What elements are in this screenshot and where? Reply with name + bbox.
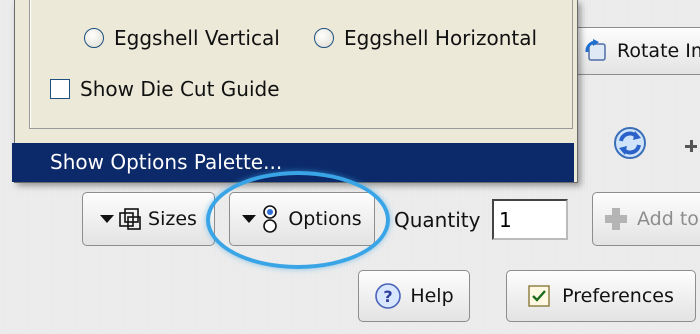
- eggshell-horizontal-radio[interactable]: [314, 28, 334, 48]
- help-icon: ?: [374, 282, 402, 310]
- show-die-cut-guide-option[interactable]: Show Die Cut Guide: [50, 77, 280, 101]
- eggshell-vertical-radio[interactable]: [84, 28, 104, 48]
- eggshell-vertical-label: Eggshell Vertical: [114, 26, 280, 50]
- refresh-icon[interactable]: [610, 123, 650, 163]
- svg-text:?: ?: [384, 287, 393, 306]
- menu-options-group: [29, 0, 573, 129]
- dropdown-caret-icon: [100, 215, 115, 223]
- add-to-label: Add to: [637, 208, 699, 230]
- quantity-input[interactable]: 1: [492, 199, 568, 240]
- options-callout-highlight: [206, 171, 390, 269]
- preferences-label: Preferences: [562, 285, 674, 307]
- sizes-icon: [118, 207, 142, 231]
- help-label: Help: [410, 285, 454, 307]
- rotate-image-label: Rotate Im: [617, 40, 700, 62]
- eggshell-vertical-option[interactable]: Eggshell Vertical: [84, 26, 280, 50]
- show-die-cut-guide-checkbox[interactable]: [50, 79, 70, 99]
- preferences-checkbox-icon: [528, 285, 550, 307]
- sizes-button[interactable]: Sizes: [82, 192, 215, 246]
- show-die-cut-guide-label: Show Die Cut Guide: [80, 77, 280, 101]
- quantity-label: Quantity: [394, 208, 481, 232]
- sizes-label: Sizes: [148, 208, 197, 230]
- add-plus-icon: [603, 206, 629, 232]
- rotate-image-button[interactable]: Rotate Im: [572, 27, 700, 75]
- plus-small-icon: [684, 138, 700, 154]
- rotate-icon: [583, 38, 609, 64]
- eggshell-horizontal-label: Eggshell Horizontal: [344, 26, 538, 50]
- preferences-button[interactable]: Preferences: [506, 270, 696, 322]
- add-to-button[interactable]: Add to: [592, 192, 700, 246]
- help-button[interactable]: ? Help: [358, 270, 470, 322]
- eggshell-horizontal-option[interactable]: Eggshell Horizontal: [314, 26, 537, 50]
